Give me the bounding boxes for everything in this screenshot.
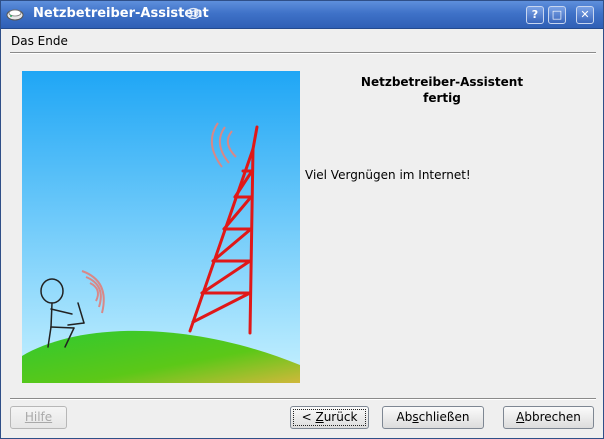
back-button[interactable]: < Zurück	[290, 406, 369, 429]
internet-tower-illustration	[22, 71, 300, 383]
cancel-button[interactable]: Abbrechen	[503, 406, 594, 429]
maximize-window-button[interactable]: □	[548, 6, 566, 24]
cancel-button-label-post: bbrechen	[524, 410, 581, 424]
back-button-mnemonic: Z	[315, 410, 324, 424]
close-icon: ✕	[580, 8, 590, 21]
help-button-label: Hilfe	[24, 410, 53, 424]
swirl-icon	[186, 7, 201, 20]
finish-button-label-pre: Ab	[396, 410, 413, 424]
title-bar[interactable]: Netzbetreiber-Assistent ? □ ✕	[1, 1, 603, 29]
finish-heading: Netzbetreiber-Assistent fertig	[326, 74, 558, 106]
heading-line-1: Netzbetreiber-Assistent	[360, 75, 524, 89]
finish-button-label-post: chließen	[418, 410, 470, 424]
footer-divider	[10, 398, 596, 400]
modem-app-icon	[6, 9, 24, 21]
maximize-icon: □	[551, 8, 563, 21]
heading-line-2: fertig	[423, 91, 461, 105]
page-title: Das Ende	[11, 34, 68, 48]
dialog-window: Netzbetreiber-Assistent ? □ ✕ Das Ende N…	[0, 0, 604, 439]
header-divider	[10, 52, 596, 54]
back-button-label-pre: <	[301, 410, 316, 424]
help-window-button[interactable]: ?	[526, 6, 544, 24]
window-title: Netzbetreiber-Assistent	[33, 6, 209, 21]
help-button[interactable]: Hilfe	[10, 406, 67, 429]
back-button-label-post: urück	[323, 410, 358, 424]
help-icon: ?	[531, 8, 539, 21]
close-window-button[interactable]: ✕	[576, 6, 594, 24]
finish-button[interactable]: Abschließen	[382, 406, 484, 429]
success-message: Viel Vergnügen im Internet!	[305, 168, 471, 182]
